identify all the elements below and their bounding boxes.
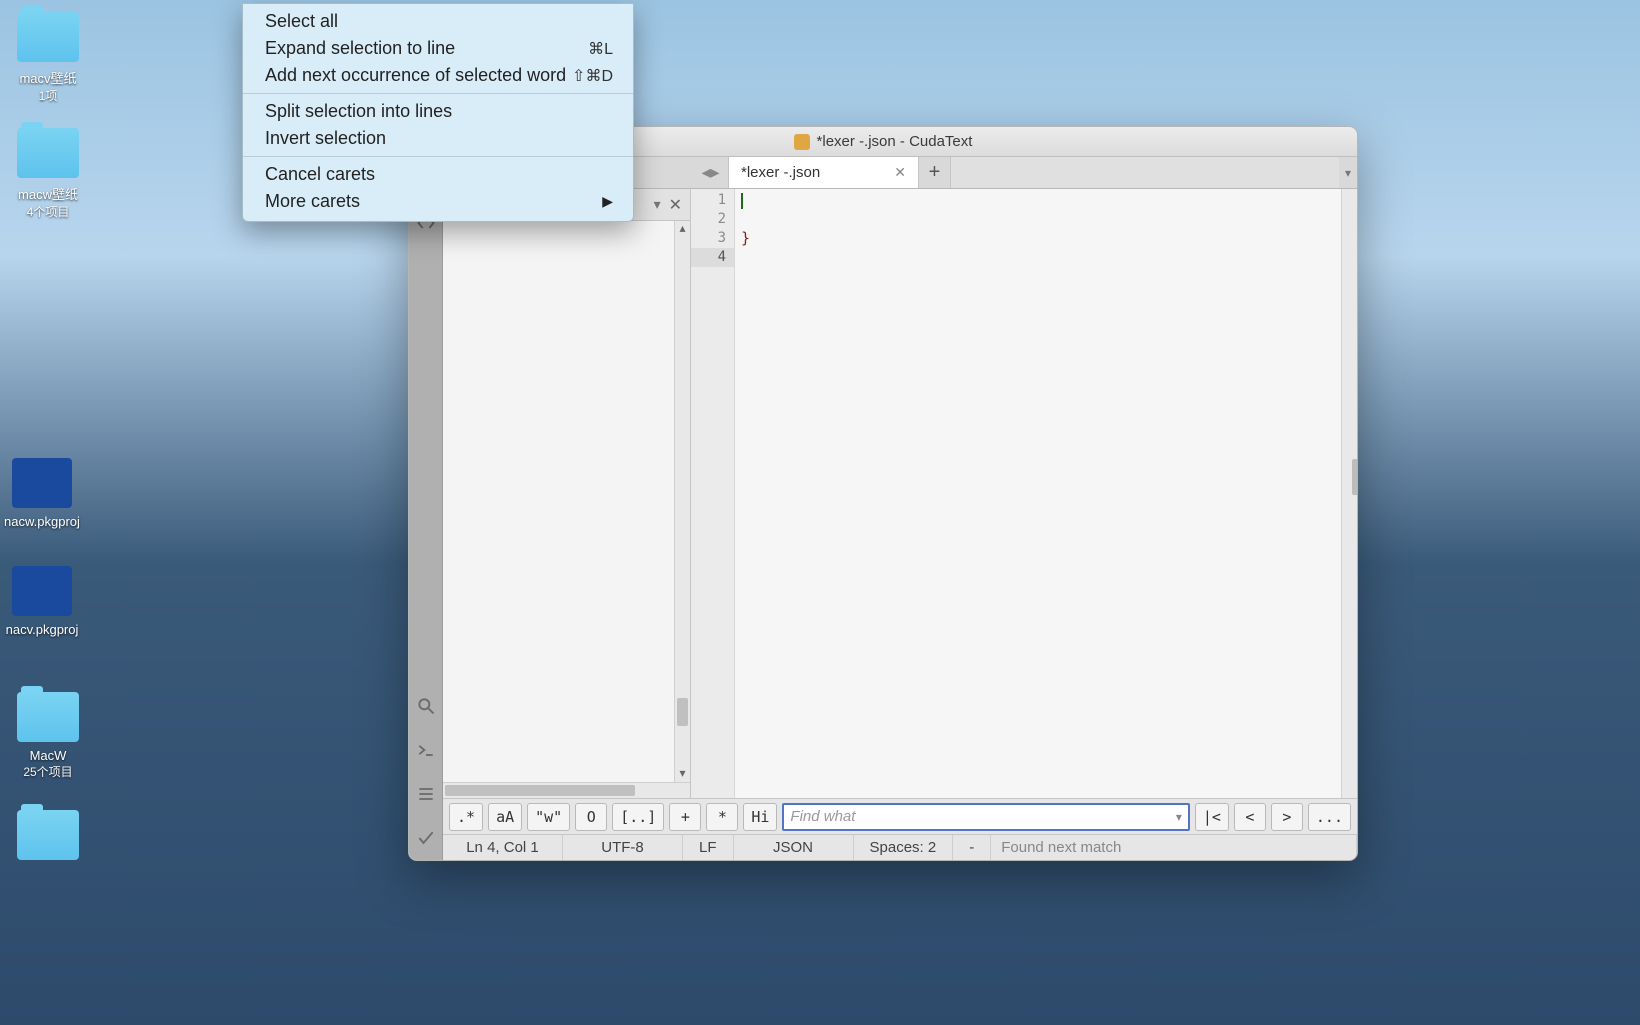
code-line[interactable]: [741, 210, 1335, 229]
line-number[interactable]: 2: [691, 210, 734, 229]
status-lineend[interactable]: LF: [683, 835, 734, 860]
menu-item-label: More carets: [265, 191, 360, 212]
find-option-button[interactable]: [..]: [612, 803, 664, 831]
tab-overflow-icon[interactable]: ▾: [1339, 157, 1357, 188]
find-input[interactable]: [790, 808, 1175, 825]
line-number[interactable]: 3: [691, 229, 734, 248]
desktop-icon-sublabel: 1项: [8, 87, 88, 104]
menu-item-shortcut: ⇧⌘D: [572, 66, 613, 86]
folder-icon: [17, 128, 79, 178]
code-line[interactable]: [741, 191, 1335, 210]
status-extra[interactable]: -: [953, 835, 991, 860]
find-option-button[interactable]: .*: [449, 803, 483, 831]
tab-label: *lexer -.json: [741, 164, 820, 181]
desktop-icon[interactable]: macw壁纸4个项目: [8, 128, 88, 220]
code-tree-panel: ▾ ✕ ▴ ▾: [443, 189, 691, 798]
code-line[interactable]: }: [741, 229, 1335, 248]
desktop-icon-sublabel: 25个项目: [8, 763, 88, 780]
menu-item[interactable]: Split selection into lines: [243, 98, 633, 125]
status-indent[interactable]: Spaces: 2: [854, 835, 954, 860]
menu-item-shortcut: ⌘L: [588, 39, 613, 59]
find-option-button[interactable]: "w": [527, 803, 570, 831]
check-icon[interactable]: [409, 816, 443, 860]
line-gutter[interactable]: 1234: [691, 189, 735, 798]
app-icon: [794, 134, 810, 150]
editor-window: *lexer -.json - CudaText ◂▸: [408, 126, 1358, 861]
menu-item-label: Split selection into lines: [265, 101, 452, 122]
find-option-button[interactable]: +: [669, 803, 701, 831]
desktop-icon[interactable]: MacW25个项目: [8, 692, 88, 780]
text-content[interactable]: }: [735, 189, 1341, 798]
document-icon: [12, 566, 72, 616]
console-icon[interactable]: [409, 728, 443, 772]
editor-area[interactable]: 1234 }: [691, 189, 1357, 798]
folder-icon: [17, 810, 79, 860]
editor-sidebar: [409, 157, 443, 860]
panel-dropdown-icon[interactable]: ▾: [654, 196, 661, 213]
find-history-dropdown-icon[interactable]: ▾: [1176, 810, 1182, 824]
tab-nav-arrows[interactable]: ◂▸: [693, 157, 729, 188]
desktop-icon[interactable]: nacw.pkgproj: [2, 458, 82, 529]
desktop-icon[interactable]: nacv.pkgproj: [2, 566, 82, 637]
find-option-button[interactable]: *: [706, 803, 738, 831]
desktop-icon-label: macw壁纸: [8, 184, 88, 203]
menu-item[interactable]: Expand selection to line ⌘L: [243, 35, 633, 62]
search-icon[interactable]: [409, 684, 443, 728]
tab-close-icon[interactable]: ✕: [894, 164, 906, 181]
menu-item[interactable]: More carets ▶: [243, 188, 633, 215]
file-tab[interactable]: *lexer -.json ✕: [729, 157, 919, 188]
folder-icon: [17, 692, 79, 742]
find-option-button[interactable]: Hi: [743, 803, 777, 831]
document-icon: [12, 458, 72, 508]
desktop-icon-label: nacv.pkgproj: [2, 622, 82, 637]
find-nav-button[interactable]: <: [1234, 803, 1266, 831]
menu-item[interactable]: Invert selection: [243, 125, 633, 152]
submenu-arrow-icon: ▶: [602, 193, 613, 210]
status-position[interactable]: Ln 4, Col 1: [443, 835, 563, 860]
editor-vscrollbar[interactable]: [1341, 189, 1357, 798]
code-line[interactable]: [741, 248, 1335, 267]
desktop-icon[interactable]: [8, 810, 88, 866]
status-lexer[interactable]: JSON: [734, 835, 854, 860]
desktop-icon-label: nacw.pkgproj: [2, 514, 82, 529]
desktop-icon-label: MacW: [8, 748, 88, 763]
status-encoding[interactable]: UTF-8: [563, 835, 683, 860]
window-title: *lexer -.json - CudaText: [817, 133, 973, 150]
menu-item[interactable]: Cancel carets: [243, 161, 633, 188]
menu-separator: [243, 93, 633, 94]
menu-separator: [243, 156, 633, 157]
desktop-icon[interactable]: macv壁纸1项: [8, 12, 88, 104]
menu-item[interactable]: Add next occurrence of selected word ⇧⌘D: [243, 62, 633, 89]
folder-icon: [17, 12, 79, 62]
list-icon[interactable]: [409, 772, 443, 816]
status-message: Found next match: [991, 835, 1357, 860]
menu-item[interactable]: Select all: [243, 8, 633, 35]
menu-item-label: Add next occurrence of selected word: [265, 65, 566, 86]
find-bar: .*aA"w"O[..]+*Hi ▾ |<<>...: [443, 798, 1357, 834]
line-number[interactable]: 1: [691, 191, 734, 210]
find-nav-button[interactable]: |<: [1195, 803, 1229, 831]
find-input-wrapper[interactable]: ▾: [782, 803, 1189, 831]
menu-item-label: Expand selection to line: [265, 38, 455, 59]
find-option-button[interactable]: O: [575, 803, 607, 831]
text-caret: [741, 193, 743, 209]
find-option-button[interactable]: aA: [488, 803, 522, 831]
status-bar: Ln 4, Col 1 UTF-8 LF JSON Spaces: 2 - Fo…: [443, 834, 1357, 860]
selection-context-menu: Select all Expand selection to line ⌘L Add …: [242, 3, 634, 222]
panel-vscrollbar[interactable]: ▴ ▾: [674, 221, 690, 782]
menu-item-label: Select all: [265, 11, 338, 32]
minimap-indicator[interactable]: [1352, 459, 1358, 495]
desktop-icon-label: macv壁纸: [8, 68, 88, 87]
line-number[interactable]: 4: [691, 248, 734, 267]
desktop-icon-sublabel: 4个项目: [8, 203, 88, 220]
find-nav-button[interactable]: ...: [1308, 803, 1351, 831]
find-nav-button[interactable]: >: [1271, 803, 1303, 831]
menu-item-label: Invert selection: [265, 128, 386, 149]
menu-item-label: Cancel carets: [265, 164, 375, 185]
panel-hscrollbar[interactable]: [443, 782, 690, 798]
panel-close-icon[interactable]: ✕: [665, 195, 686, 215]
tab-add-button[interactable]: +: [919, 157, 951, 188]
